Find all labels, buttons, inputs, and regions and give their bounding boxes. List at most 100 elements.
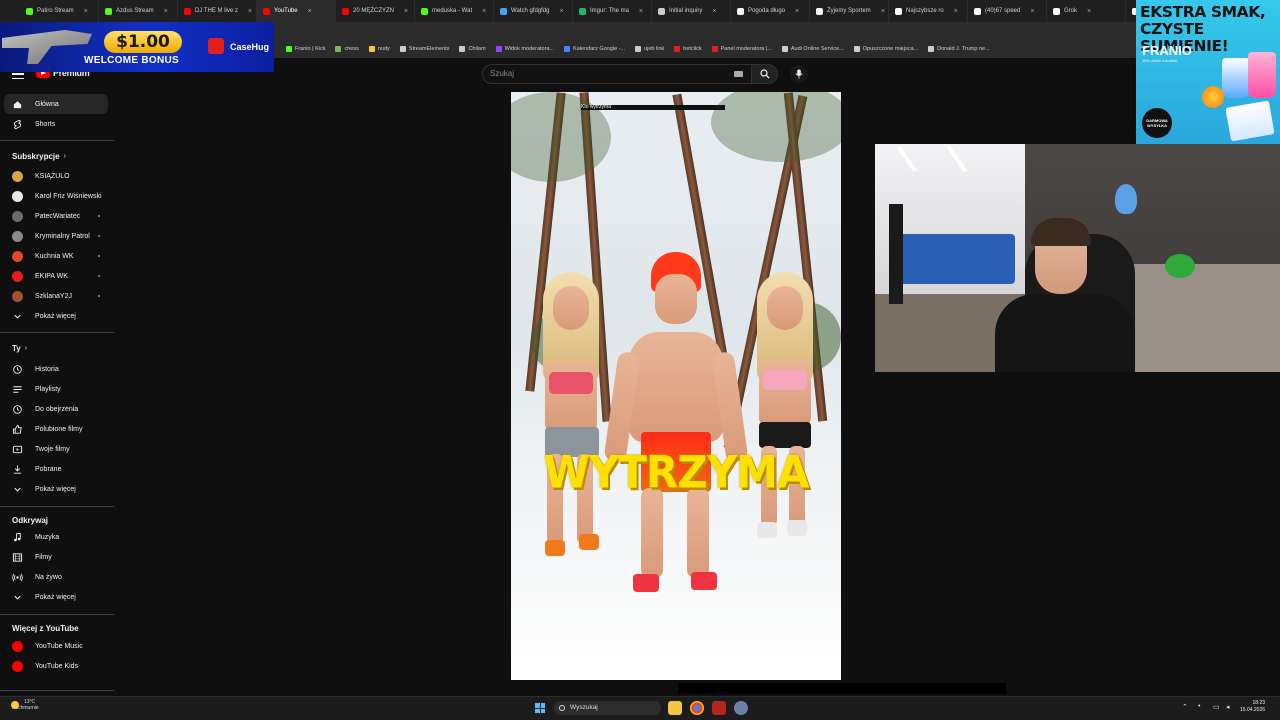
bookmark-item[interactable]: Donald J. Trump ne... — [928, 46, 990, 52]
shorts-video-player[interactable]: Kto wytrzyma WYTRZYMA — [511, 92, 841, 680]
close-icon[interactable]: × — [404, 8, 408, 15]
browser-tab[interactable]: meduska - Wat × — [415, 0, 494, 22]
sidebar-item-shorts[interactable]: Shorts — [4, 114, 108, 134]
tab-favicon-icon — [658, 7, 665, 15]
close-icon[interactable]: × — [712, 8, 716, 15]
tray-mic-icon[interactable]: • — [1198, 703, 1200, 710]
bookmark-item[interactable]: Franio | Kick — [286, 46, 325, 52]
sidebar-item-youtube-app[interactable]: YouTube Kids — [4, 656, 108, 676]
sidebar-item-download[interactable]: Pobrane — [4, 459, 108, 479]
sidebar-item-show-more[interactable]: Pokaż więcej — [4, 306, 108, 326]
nav-label: Shorts — [35, 120, 56, 128]
bookmark-item[interactable]: Opuszczone miejsca... — [853, 46, 918, 52]
video-progress-bar[interactable] — [678, 683, 1006, 694]
tray-chevron-icon[interactable]: ⌃ — [1182, 703, 1188, 711]
bookmark-item[interactable]: Audi Online Service... — [781, 46, 844, 52]
sidebar-item-channel[interactable]: Karol Friz Wiśniewski — [4, 186, 108, 206]
sidebar-item-channel[interactable]: Kuchnia WK — [4, 246, 108, 266]
bookmark-item[interactable]: StreamElements — [399, 46, 449, 52]
browser-tab[interactable]: Patiro Stream × — [20, 0, 99, 22]
browser-tab[interactable]: DJ THE M live z × — [178, 0, 257, 22]
close-icon[interactable]: × — [248, 8, 252, 15]
close-icon[interactable]: × — [639, 8, 643, 15]
browser-tab[interactable]: Pogoda długo × — [731, 0, 810, 22]
taskbar-search[interactable]: Wyszukaj — [554, 701, 661, 715]
sponsor-ad[interactable]: EKSTRA SMAK, CZYSTE SUMIENIE! FRANIO 10%… — [1136, 0, 1280, 144]
search-input[interactable]: Szukaj — [482, 64, 752, 84]
app-icon[interactable] — [712, 701, 726, 715]
browser-tab[interactable]: YouTube × — [257, 0, 336, 22]
search-button[interactable] — [752, 64, 778, 84]
channel-name: Kuchnia WK — [35, 252, 74, 260]
close-icon[interactable]: × — [84, 8, 88, 15]
windows-start-icon[interactable] — [535, 703, 545, 713]
browser-tab[interactable]: Initial inquiry × — [652, 0, 731, 22]
close-icon[interactable]: × — [482, 8, 486, 15]
close-icon[interactable]: × — [1087, 8, 1091, 15]
bookmark-item[interactable]: nudy — [368, 46, 390, 52]
sidebar-item-channel[interactable]: KSIĄŻULO — [4, 166, 108, 186]
close-icon[interactable]: × — [795, 8, 799, 15]
browser-tab[interactable]: (40)67 speed × — [968, 0, 1047, 22]
tab-favicon-icon — [105, 7, 112, 15]
section-you[interactable]: Ty › — [12, 344, 27, 353]
browser-tab[interactable]: Watch gfdgfdg × — [494, 0, 573, 22]
section-more-from-youtube[interactable]: Więcej z YouTube — [12, 624, 79, 633]
taskbar-clock[interactable]: 18:23 15.04.2026 — [1240, 700, 1265, 714]
sidebar-item-channel[interactable]: Kryminalny Patrol — [4, 226, 108, 246]
close-icon[interactable]: × — [954, 8, 958, 15]
tab-label: DJ THE M live z — [195, 8, 238, 14]
video-icon — [12, 444, 23, 455]
close-icon[interactable]: × — [1030, 8, 1034, 15]
keyboard-icon[interactable] — [734, 71, 743, 77]
sidebar-item-history[interactable]: Historia — [4, 359, 108, 379]
tray-volume-icon[interactable]: ◂ — [1226, 703, 1230, 711]
new-content-dot — [98, 275, 100, 277]
tab-favicon-icon — [974, 7, 981, 15]
sidebar-item-channel[interactable]: SzklanaY2J — [4, 286, 108, 306]
sidebar-item-channel[interactable]: PatecWariatec — [4, 206, 108, 226]
section-subscriptions[interactable]: Subskrypcje › — [12, 152, 66, 161]
bookmark-item[interactable]: ujeb link — [635, 46, 664, 52]
bookmark-item[interactable]: Panel moderatora |... — [711, 46, 772, 52]
bookmark-item[interactable]: chess — [335, 46, 359, 52]
browser-tab[interactable]: 20 MĘŻCZYZN × — [336, 0, 415, 22]
tab-favicon-icon — [263, 7, 270, 15]
sidebar-item-channel[interactable]: EKIPA WK — [4, 266, 108, 286]
bookmark-item[interactable]: Kalendarz Google -... — [564, 46, 625, 52]
sidebar-item-thumb-up[interactable]: Polubione filmy — [4, 419, 108, 439]
bookmark-item[interactable]: Chilam — [459, 46, 486, 52]
sidebar-item-video[interactable]: Twoje filmy — [4, 439, 108, 459]
close-icon[interactable]: × — [881, 8, 885, 15]
browser-tab[interactable]: Imgur: The ma × — [573, 0, 652, 22]
video-caption: Kto wytrzyma — [581, 104, 612, 110]
close-icon[interactable]: × — [164, 8, 168, 15]
browser-tab[interactable]: Grok × — [1047, 0, 1126, 22]
weather-widget[interactable]: 13°C Pochmurnie — [11, 699, 39, 711]
tray-network-icon[interactable]: ▭ — [1213, 703, 1220, 711]
file-explorer-icon[interactable] — [668, 701, 682, 715]
close-icon[interactable]: × — [308, 8, 312, 15]
bookmark-item[interactable]: Widok moderatora... — [495, 46, 554, 52]
browser-tab[interactable]: Najszybsze ro × — [889, 0, 968, 22]
sidebar-item-music[interactable]: Muzyka — [4, 527, 108, 547]
browser-tab[interactable]: Żyjemy Sportem × — [810, 0, 889, 22]
sidebar-item-chevron-down[interactable]: Pokaż więcej — [4, 587, 108, 607]
bookmark-item[interactable]: betclick — [674, 46, 702, 52]
close-icon[interactable]: × — [559, 8, 563, 15]
sidebar-item-home[interactable]: Główna — [4, 94, 108, 114]
settings-icon[interactable] — [734, 701, 748, 715]
sidebar-item-clock[interactable]: Do obejrzenia — [4, 399, 108, 419]
section-explore[interactable]: Odkrywaj — [12, 516, 48, 525]
channel-avatar — [12, 250, 23, 262]
sidebar-item-youtube-app[interactable]: YouTube Music — [4, 636, 108, 656]
browser-tab[interactable]: Azdus Stream × — [99, 0, 178, 22]
chrome-icon[interactable] — [690, 701, 704, 715]
sidebar-item-chevron-down[interactable]: Pokaż więcej — [4, 479, 108, 499]
sidebar-item-playlist[interactable]: Playlisty — [4, 379, 108, 399]
music-icon — [12, 532, 23, 543]
sidebar-item-live[interactable]: Na żywo — [4, 567, 108, 587]
sidebar-item-film[interactable]: Filmy — [4, 547, 108, 567]
voice-search-button[interactable] — [790, 65, 808, 83]
bonus-banner[interactable]: $1.00 WELCOME BONUS CaseHug — [0, 22, 274, 72]
